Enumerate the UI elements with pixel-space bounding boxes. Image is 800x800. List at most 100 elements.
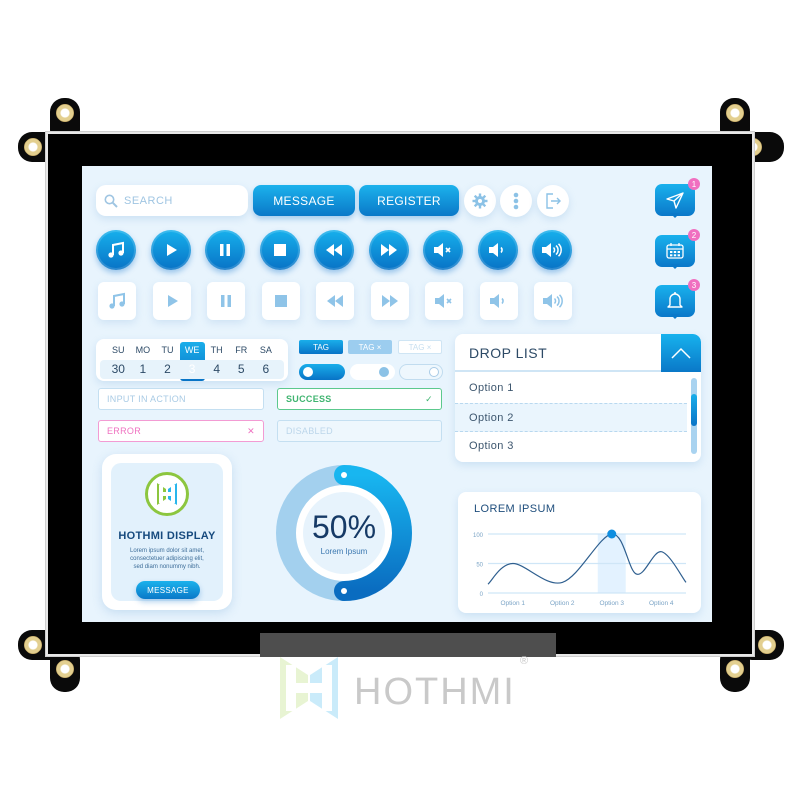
pause-button-light[interactable] (207, 282, 245, 320)
promo-message-button[interactable]: MESSAGE (136, 581, 200, 599)
y-tick-label: 0 (480, 592, 484, 598)
brand-logo: HOTHMI ® (276, 655, 546, 721)
stop-icon (273, 244, 286, 256)
promo-text: Lorem ipsum dolor sit amet, consectetuer… (111, 547, 223, 571)
search-input[interactable]: SEARCH (96, 185, 248, 216)
music-icon (109, 292, 125, 309)
volume-low-button-light[interactable] (479, 282, 518, 320)
logout-button[interactable] (537, 185, 569, 217)
pause-button[interactable] (205, 230, 245, 270)
stop-button[interactable] (259, 230, 300, 270)
music-button[interactable] (96, 230, 136, 270)
calendar-date[interactable]: 3 (180, 360, 205, 379)
input-in-action[interactable]: INPUT IN ACTION (98, 388, 264, 410)
screen: SEARCH MESSAGE REGISTER 1 2 3 SU MO TU WE TH… (82, 166, 712, 622)
calendar-icon (666, 243, 684, 259)
message-button[interactable]: MESSAGE (253, 185, 355, 216)
progress-gauge: 50% Lorem Ipsum (270, 454, 418, 612)
volume-mute-button[interactable] (423, 230, 463, 270)
promo-card-inner: HOTHMI DISPLAY Lorem ipsum dolor sit ame… (111, 463, 223, 601)
play-icon (167, 295, 178, 307)
stop-button-light[interactable] (261, 282, 300, 320)
rewind-button-light[interactable] (316, 282, 354, 320)
gauge-value: 50% (311, 509, 377, 545)
input-success[interactable]: SUCCESS ✓ (277, 388, 442, 410)
flex-cable (260, 633, 556, 657)
promo-text-line: Lorem ipsum dolor sit amet, (129, 548, 205, 554)
volume-high-icon (542, 243, 562, 257)
drop-list[interactable]: DROP LIST Option 1 Option 2 Option 3 (455, 334, 701, 462)
register-button[interactable]: REGISTER (359, 185, 459, 216)
calendar-date[interactable]: 30 (106, 360, 131, 379)
clear-icon[interactable]: ✕ (247, 426, 255, 437)
drop-list-option-selected[interactable]: Option 2 (455, 403, 687, 432)
drop-list-title: DROP LIST (469, 345, 548, 361)
fast-forward-icon (380, 244, 397, 256)
registered-mark: ® (520, 655, 529, 667)
stop-icon (274, 295, 287, 307)
input-success-text: SUCCESS (286, 394, 332, 404)
volume-mute-button-light[interactable] (425, 282, 463, 320)
promo-text-line: consectetuer adipiscing elit, (130, 556, 204, 562)
pause-icon (220, 244, 230, 256)
input-error[interactable]: ERROR ✕ (98, 420, 264, 442)
toggle-off[interactable] (350, 364, 395, 380)
calendar-date[interactable]: 1 (131, 360, 156, 379)
check-icon: ✓ (425, 393, 433, 404)
volume-mute-icon (435, 294, 452, 308)
x-tick-label: Option 4 (649, 600, 674, 607)
screw-hole-icon (758, 636, 776, 654)
gear-icon (472, 193, 488, 209)
play-icon (166, 244, 177, 256)
volume-high-button-light[interactable] (534, 282, 572, 320)
notification-badge: 2 (688, 229, 700, 241)
weekday-label: SA (259, 345, 272, 355)
weekday-label: TU (161, 345, 174, 355)
promo-text-line: sed diam nonummy nibh. (133, 564, 201, 570)
promo-title: HOTHMI DISPLAY (118, 530, 216, 542)
screw-hole-icon (56, 660, 74, 678)
drop-list-option[interactable]: Option 1 (455, 374, 687, 403)
collapse-button[interactable] (661, 334, 701, 372)
play-button[interactable] (150, 230, 191, 270)
volume-low-button[interactable] (477, 230, 518, 270)
tag-selected[interactable]: TAG × (348, 340, 392, 354)
volume-mute-icon (434, 243, 451, 257)
x-tick-label: Option 1 (500, 600, 525, 607)
notification-bell[interactable]: 3 (655, 279, 700, 319)
promo-card: HOTHMI DISPLAY Lorem ipsum dolor sit ame… (102, 454, 232, 610)
line-chart: 0 50 100 Option 1 Option 2 Option 3 Option 4 (473, 529, 687, 607)
tag-active[interactable]: TAG (299, 340, 343, 354)
tag-disabled[interactable]: TAG × (398, 340, 442, 354)
settings-button[interactable] (464, 185, 496, 217)
fast-forward-button[interactable] (368, 230, 409, 270)
weekday-label: SU (112, 345, 125, 355)
notification-calendar[interactable]: 2 (655, 229, 700, 269)
play-button-light[interactable] (152, 282, 191, 320)
volume-low-icon (489, 294, 504, 308)
weekday-label: MO (135, 345, 151, 355)
more-button[interactable] (500, 185, 532, 217)
notification-send[interactable]: 1 (655, 178, 700, 218)
logout-icon (546, 193, 561, 209)
rewind-button[interactable] (314, 230, 354, 270)
calendar-date[interactable]: 4 (204, 360, 229, 379)
calendar-date[interactable]: 2 (155, 360, 180, 379)
input-in-action-text: INPUT IN ACTION (107, 394, 186, 404)
send-icon (666, 192, 684, 209)
volume-high-button[interactable] (532, 230, 572, 270)
toggle-on[interactable] (299, 364, 345, 380)
gauge-subtitle: Lorem Ipsum (320, 547, 368, 556)
calendar-date[interactable]: 6 (254, 360, 279, 379)
toggle-disabled[interactable] (399, 364, 443, 380)
fast-forward-button-light[interactable] (370, 282, 409, 320)
calendar-date[interactable]: 5 (229, 360, 254, 379)
screw-hole-icon (726, 104, 744, 122)
scrollbar-thumb[interactable] (691, 394, 697, 426)
line-chart-card: LOREM IPSUM 0 50 100 Option 1 Option 2 Option… (458, 492, 701, 613)
hothmi-mark-icon (280, 657, 338, 719)
drop-list-option[interactable]: Option 3 (455, 432, 687, 461)
drop-list-header[interactable]: DROP LIST (455, 334, 701, 372)
fast-forward-icon (381, 295, 398, 307)
music-button-light[interactable] (98, 282, 136, 320)
